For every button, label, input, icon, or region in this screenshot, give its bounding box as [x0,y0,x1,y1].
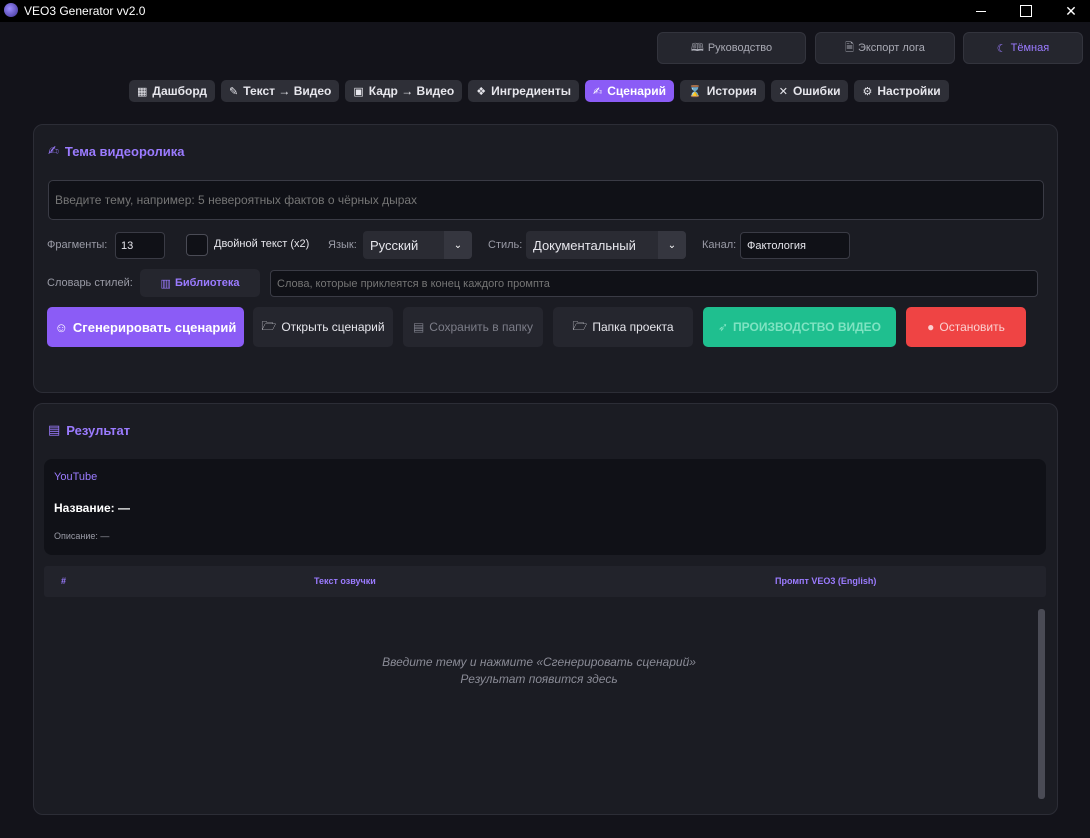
tab-label: Текст → Видео [243,84,332,98]
notebook-icon: ▤ [48,422,61,437]
open-scenario-button[interactable]: 🗁 Открыть сценарий [253,307,393,347]
video-description: Описание: — [54,531,110,541]
double-text-checkbox[interactable] [186,234,208,256]
rocket-icon: ➶ [717,320,729,334]
theme-label: Тёмная [1010,42,1050,54]
prompt-suffix-input[interactable] [270,270,1038,297]
guide-button[interactable]: 🕮 Руководство [657,32,806,64]
tab-label: Сценарий [607,84,666,98]
table-scrollbar[interactable] [1038,609,1045,799]
minimize-button[interactable] [958,0,1004,22]
table-header: # Текст озвучки Промпт VEO3 (English) [44,566,1046,597]
title-bar: VEO3 Generator vv2.0 ✕ [0,0,1090,22]
tab-scenario[interactable]: ✍ Сценарий [585,80,674,102]
result-section-title: ▤ Результат [48,422,130,438]
close-button[interactable]: ✕ [1048,0,1090,22]
tab-text-to-video[interactable]: ✎ Текст → Видео [221,80,340,102]
open-label: Открыть сценарий [281,320,385,334]
tab-label: Дашборд [152,84,208,98]
save-label: Сохранить в папку [429,320,534,334]
pen-icon: ✍ [48,143,59,158]
topic-input[interactable] [48,180,1044,220]
produce-label: ПРОИЗВОДСТВО ВИДЕО [733,320,881,334]
column-number: # [61,576,67,586]
gear-icon: ⚙ [862,85,873,98]
topic-panel: ✍ Тема видеоролика Фрагменты: Двойной те… [33,124,1058,393]
generate-scenario-button[interactable]: ☺ Сгенерировать сценарий [47,307,244,347]
folder-label: Папка проекта [592,320,674,334]
double-text-label: Двойной текст (x2) [214,238,310,250]
stop-button[interactable]: ● Остановить [906,307,1026,347]
pen-icon: ✍ [593,85,603,98]
fragments-label: Фрагменты: [47,239,108,251]
chevron-down-icon: ⌄ [444,231,472,259]
stop-label: Остановить [939,320,1005,334]
robot-icon: ☺ [54,319,68,335]
language-label: Язык: [328,239,357,251]
video-name: Название: — [54,501,130,515]
tab-label: Настройки [877,84,941,98]
column-veo3-prompt: Промпт VEO3 (English) [775,576,877,586]
topic-title-text: Тема видеоролика [64,143,185,159]
produce-video-button[interactable]: ➶ ПРОИЗВОДСТВО ВИДЕО [703,307,896,347]
tab-label: История [706,84,757,98]
document-icon: 🗎 [845,41,854,54]
save-to-folder-button[interactable]: ▤ Сохранить в папку [403,307,543,347]
library-icon: ▥ [160,277,171,290]
scrollbar-thumb[interactable] [1038,609,1045,799]
dashboard-icon: ▦ [137,85,148,98]
main-tabs: ▦ Дашборд ✎ Текст → Видео ▣ Кадр → Видео ❖ И… [129,80,949,102]
project-folder-button[interactable]: 🗁 Папка проекта [553,307,693,347]
cross-icon: ✕ [778,85,788,98]
export-log-button[interactable]: 🗎 Экспорт лога [815,32,955,64]
folder-icon: 🗁 [572,318,588,333]
library-label: Библиотека [174,277,240,289]
empty-state: Введите тему и нажмите «Сгенерировать сц… [44,654,1034,688]
chevron-down-icon: ⌄ [658,231,686,259]
save-icon: ▤ [412,320,425,334]
text-icon: ✎ [229,85,239,98]
tab-label: Кадр → Видео [368,84,455,98]
youtube-info-box: YouTube Название: — Описание: — [44,459,1046,555]
style-value: Документальный [533,237,636,253]
style-label: Стиль: [488,239,523,251]
book-icon: 🕮 [690,41,704,54]
window-title: VEO3 Generator vv2.0 [24,4,146,18]
channel-label: Канал: [702,239,737,251]
dictionary-label: Словарь стилей: [47,277,133,289]
stop-icon: ● [927,320,935,334]
column-voice-text: Текст озвучки [314,576,376,586]
frame-icon: ▣ [353,85,364,98]
fragments-input[interactable] [115,232,165,259]
maximize-button[interactable] [1003,0,1049,22]
tab-dashboard[interactable]: ▦ Дашборд [129,80,216,102]
tab-label: Ингредиенты [491,84,572,98]
library-button[interactable]: ▥ Библиотека [140,269,260,297]
guide-label: Руководство [707,42,773,54]
empty-state-hint: Введите тему и нажмите «Сгенерировать сц… [382,655,696,669]
moon-icon: ☾ [996,42,1007,55]
ingredients-icon: ❖ [476,85,487,98]
app-logo-icon [4,3,18,17]
tab-history[interactable]: ⌛ История [679,80,765,102]
tab-errors[interactable]: ✕ Ошибки [770,80,849,102]
tab-frame-to-video[interactable]: ▣ Кадр → Видео [345,80,463,102]
result-title-text: Результат [66,422,131,438]
folder-open-icon: 🗁 [261,318,277,333]
tab-label: Ошибки [792,84,841,98]
tab-settings[interactable]: ⚙ Настройки [854,80,949,102]
style-select[interactable]: Документальный ⌄ [526,231,686,259]
export-label: Экспорт лога [857,42,925,54]
theme-toggle-button[interactable]: ☾ Тёмная [963,32,1083,64]
channel-input[interactable] [740,232,850,259]
result-panel: ▤ Результат YouTube Название: — Описание… [33,403,1058,815]
language-select[interactable]: Русский ⌄ [363,231,472,259]
youtube-label: YouTube [54,471,98,483]
language-value: Русский [370,237,419,253]
hourglass-icon: ⌛ [687,85,702,98]
empty-state-subhint: Результат появится здесь [460,672,618,686]
generate-label: Сгенерировать сценарий [72,319,237,335]
tab-ingredients[interactable]: ❖ Ингредиенты [468,80,580,102]
topic-section-title: ✍ Тема видеоролика [48,143,185,159]
